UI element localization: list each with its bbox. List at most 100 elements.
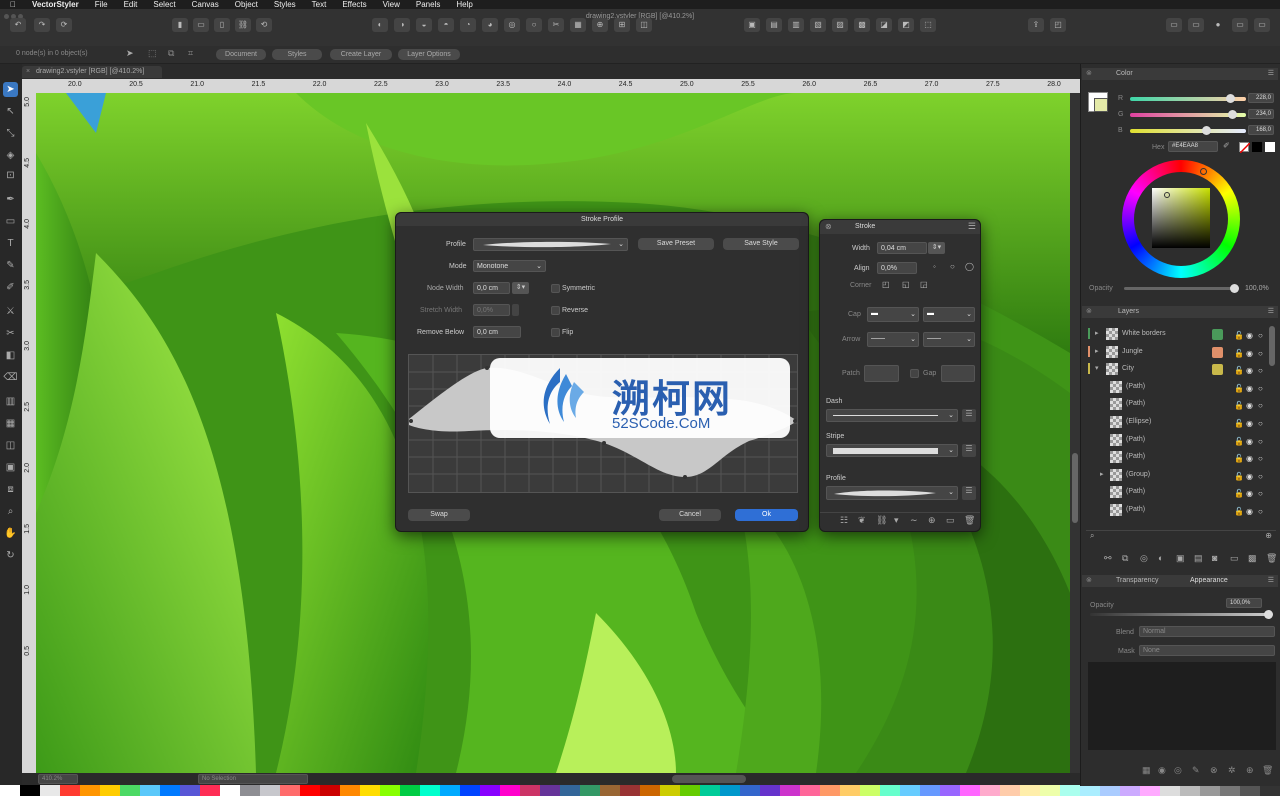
- appearance-tab[interactable]: Appearance: [1190, 575, 1228, 587]
- white-swatch[interactable]: [1265, 142, 1275, 152]
- corner-round-icon[interactable]: ◱: [902, 280, 910, 289]
- brush-tool-icon[interactable]: ✎: [3, 258, 18, 273]
- crop-tool-icon[interactable]: ⊡: [3, 168, 18, 183]
- palette-swatch[interactable]: [1200, 785, 1220, 796]
- eye-icon[interactable]: ◉: [1246, 397, 1253, 414]
- saturation-square[interactable]: [1152, 188, 1210, 248]
- search-icon[interactable]: ⌕: [1090, 531, 1094, 541]
- palette-swatch[interactable]: [460, 785, 480, 796]
- layer-color-swatch[interactable]: [1212, 329, 1223, 340]
- pen-tool-icon[interactable]: ✒: [3, 192, 18, 207]
- transform-icon[interactable]: ⟲: [256, 18, 272, 32]
- color-opacity-slider[interactable]: [1124, 284, 1239, 293]
- palette-swatch[interactable]: [1240, 785, 1260, 796]
- node-width-stepper[interactable]: ⇕▾: [512, 282, 529, 294]
- palette-swatch[interactable]: [700, 785, 720, 796]
- layer-options-icon[interactable]: ⚯: [1104, 553, 1112, 564]
- palette-swatch[interactable]: [140, 785, 160, 796]
- undo-icon[interactable]: ↶: [10, 18, 26, 32]
- node-tool-icon[interactable]: ⬚: [148, 48, 157, 59]
- wave-icon[interactable]: ∼: [910, 515, 918, 526]
- export-icon[interactable]: ⇪: [1028, 18, 1044, 32]
- boolean-subtract-icon[interactable]: ◑: [394, 18, 410, 32]
- palette-swatch[interactable]: [720, 785, 740, 796]
- menu-select[interactable]: Select: [153, 0, 175, 9]
- lock-icon[interactable]: 🔓: [1234, 450, 1244, 467]
- lock-icon[interactable]: 🔓: [1234, 380, 1244, 397]
- menu-text[interactable]: Text: [312, 0, 327, 9]
- align-icon[interactable]: ▮: [172, 18, 188, 32]
- stretch-width-stepper[interactable]: [512, 304, 519, 316]
- palette-swatch[interactable]: [100, 785, 120, 796]
- node-edit-icon[interactable]: ↖: [3, 104, 18, 119]
- layer-color-swatch[interactable]: [1212, 346, 1223, 358]
- dash-menu-icon[interactable]: ☰: [962, 409, 976, 422]
- hex-input[interactable]: #E4EAA8: [1168, 141, 1218, 152]
- panel-icon-4[interactable]: ▭: [1254, 18, 1270, 32]
- patch-input[interactable]: [864, 365, 899, 382]
- palette-swatch[interactable]: [1080, 785, 1100, 796]
- pen-icon[interactable]: ✎: [1192, 765, 1200, 776]
- opacity-thumb[interactable]: [1264, 610, 1273, 619]
- close-panel-icon[interactable]: ⊗: [1086, 575, 1092, 587]
- eyedropper-tool-icon[interactable]: ✐: [3, 280, 18, 295]
- palette-swatch[interactable]: [1020, 785, 1040, 796]
- palette-swatch[interactable]: [1160, 785, 1180, 796]
- view-icon-4[interactable]: ▧: [810, 18, 826, 32]
- layer-row[interactable]: ▸ (Group) 🔓 ◉ ○: [1086, 466, 1276, 483]
- grid-icon[interactable]: ▦: [1142, 765, 1151, 776]
- palette-swatch[interactable]: [620, 785, 640, 796]
- layers-search[interactable]: ⌕ ⊕: [1086, 530, 1276, 542]
- palette-swatch[interactable]: [180, 785, 200, 796]
- b-value[interactable]: 168,0: [1248, 125, 1274, 135]
- palette-swatch[interactable]: [260, 785, 280, 796]
- expand-icon[interactable]: ◎: [504, 18, 520, 32]
- opacity-slider[interactable]: [1090, 610, 1273, 619]
- panel-icon-2[interactable]: ▭: [1188, 18, 1204, 32]
- merge-icon[interactable]: ▤: [1194, 553, 1203, 564]
- combine-icon[interactable]: ◔: [460, 18, 476, 32]
- palette-swatch[interactable]: [780, 785, 800, 796]
- cap-start-select[interactable]: ▬ ⌄: [867, 307, 919, 322]
- group-tool-icon[interactable]: ⧉: [168, 48, 174, 59]
- mode-select[interactable]: Monotone ⌄: [473, 260, 546, 272]
- mask-select[interactable]: None: [1139, 645, 1275, 656]
- eye-icon[interactable]: ◉: [1246, 503, 1253, 520]
- vertical-scrollbar[interactable]: [1070, 93, 1080, 773]
- lock-icon[interactable]: 🔓: [1234, 345, 1244, 362]
- lock-icon[interactable]: 🔓: [1234, 362, 1244, 379]
- hue-handle[interactable]: [1200, 168, 1207, 175]
- save-style-button[interactable]: Save Style: [723, 238, 799, 250]
- duplicate-layer-icon[interactable]: ⧉: [1122, 553, 1128, 564]
- expand-chevron-icon[interactable]: ▸: [1095, 325, 1099, 342]
- target-icon[interactable]: ○: [1258, 468, 1263, 485]
- target-icon[interactable]: ○: [1258, 415, 1263, 432]
- gradient-tool-icon[interactable]: ▥: [3, 394, 18, 409]
- split-icon[interactable]: ◕: [482, 18, 498, 32]
- select-tool-icon[interactable]: ➤: [126, 48, 134, 59]
- palette-swatch[interactable]: [300, 785, 320, 796]
- color-wheel[interactable]: [1122, 160, 1240, 278]
- palette-swatch[interactable]: [400, 785, 420, 796]
- palette-swatch[interactable]: [40, 785, 60, 796]
- palette-swatch[interactable]: [240, 785, 260, 796]
- palette-swatch[interactable]: [500, 785, 520, 796]
- link-icon[interactable]: ⛓: [235, 18, 251, 32]
- menu-canvas[interactable]: Canvas: [192, 0, 219, 9]
- blend-tool-icon[interactable]: ◫: [3, 438, 18, 453]
- palette-swatch[interactable]: [980, 785, 1000, 796]
- target-icon[interactable]: ○: [1258, 345, 1263, 362]
- palette-swatch[interactable]: [380, 785, 400, 796]
- settings-icon[interactable]: ✲: [1228, 765, 1236, 776]
- artboard-tool-icon[interactable]: ⧈: [3, 482, 18, 497]
- align-outside-icon[interactable]: ◯: [965, 262, 974, 271]
- cap-end-select[interactable]: ▬ ⌄: [923, 307, 975, 322]
- crop-icon[interactable]: ✂: [548, 18, 564, 32]
- view-icon-6[interactable]: ▩: [854, 18, 870, 32]
- fill-color-well[interactable]: [1094, 98, 1108, 112]
- palette-swatch[interactable]: [320, 785, 340, 796]
- target-icon[interactable]: ◉: [1158, 765, 1166, 776]
- menu-file[interactable]: File: [95, 0, 108, 9]
- palette-swatch[interactable]: [60, 785, 80, 796]
- preview-icon[interactable]: ◰: [1050, 18, 1066, 32]
